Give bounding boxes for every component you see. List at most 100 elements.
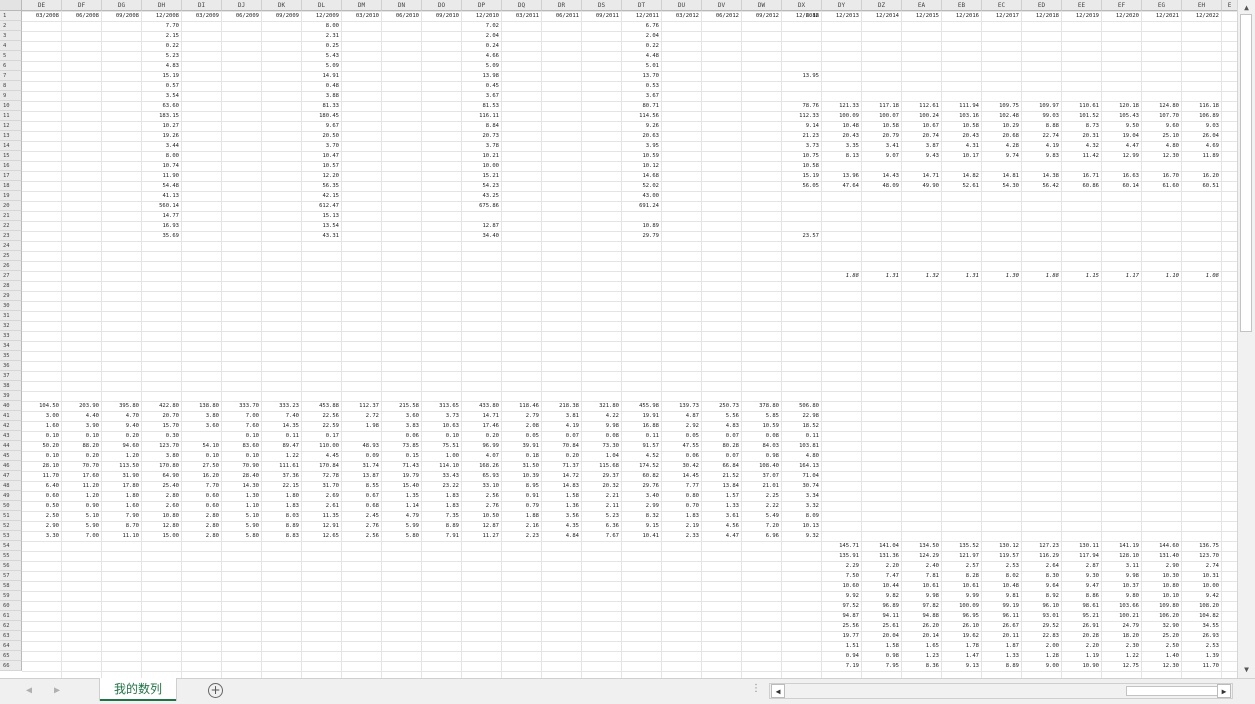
cell[interactable]: 9.26 bbox=[622, 121, 662, 131]
cell[interactable]: 7.35 bbox=[422, 511, 462, 521]
cell[interactable]: 10.61 bbox=[902, 581, 942, 591]
cell[interactable]: 4.48 bbox=[622, 51, 662, 61]
cell[interactable]: 20.63 bbox=[622, 131, 662, 141]
cell[interactable]: 03/2009 bbox=[182, 11, 222, 21]
cell[interactable]: 1.30 bbox=[222, 491, 262, 501]
cell[interactable]: 4.45 bbox=[302, 451, 342, 461]
cell[interactable]: 455.98 bbox=[622, 401, 662, 411]
cell[interactable]: 60.82 bbox=[622, 471, 662, 481]
cell[interactable]: 15.19 bbox=[782, 171, 822, 181]
cell[interactable]: 14.71 bbox=[902, 171, 942, 181]
cell[interactable]: 52.02 bbox=[622, 181, 662, 191]
cell[interactable]: 10.58 bbox=[782, 161, 822, 171]
cell[interactable]: 5.09 bbox=[462, 61, 502, 71]
cell[interactable]: 4.83 bbox=[702, 421, 742, 431]
cell[interactable]: 0.67 bbox=[342, 491, 382, 501]
cell[interactable]: 94.87 bbox=[822, 611, 862, 621]
cell[interactable]: 139.73 bbox=[662, 401, 702, 411]
cell[interactable]: 0.15 bbox=[382, 451, 422, 461]
cell[interactable]: 168.26 bbox=[462, 461, 502, 471]
cell[interactable]: 22.15 bbox=[262, 481, 302, 491]
cell[interactable]: 2.56 bbox=[342, 531, 382, 541]
cell[interactable]: 14.77 bbox=[142, 211, 182, 221]
cell[interactable]: 0.20 bbox=[102, 431, 142, 441]
cell[interactable]: 96.11 bbox=[982, 611, 1022, 621]
cell[interactable]: 10.60 bbox=[822, 581, 862, 591]
cell[interactable]: 106.20 bbox=[1142, 611, 1182, 621]
cell[interactable]: 9.50 bbox=[1102, 121, 1142, 131]
cell[interactable]: 65.93 bbox=[462, 471, 502, 481]
cell[interactable]: 20.04 bbox=[862, 631, 902, 641]
cell[interactable]: 78.76 bbox=[782, 101, 822, 111]
cell[interactable]: 81.53 bbox=[462, 101, 502, 111]
cell[interactable]: 144.60 bbox=[1142, 541, 1182, 551]
cell[interactable]: 2.72 bbox=[342, 411, 382, 421]
cell[interactable]: 1.57 bbox=[702, 491, 742, 501]
cell[interactable]: 66.84 bbox=[702, 461, 742, 471]
cell[interactable]: 29.52 bbox=[1022, 621, 1062, 631]
cell[interactable]: 17.46 bbox=[462, 421, 502, 431]
cell[interactable]: 30.42 bbox=[662, 461, 702, 471]
cell[interactable]: 97.52 bbox=[822, 601, 862, 611]
cell[interactable]: 0.60 bbox=[182, 501, 222, 511]
cell[interactable]: 116.11 bbox=[462, 111, 502, 121]
cell[interactable]: 15.70 bbox=[142, 421, 182, 431]
cell[interactable]: 03/2008 bbox=[22, 11, 62, 21]
cell[interactable]: 21.23 bbox=[782, 131, 822, 141]
cell[interactable]: 14.72 bbox=[542, 471, 582, 481]
cell[interactable]: 675.86 bbox=[462, 201, 502, 211]
cell[interactable]: 31.90 bbox=[102, 471, 142, 481]
cell[interactable]: 81.33 bbox=[302, 101, 342, 111]
cell[interactable]: 15.13 bbox=[302, 211, 342, 221]
cell[interactable]: 10.00 bbox=[1182, 581, 1222, 591]
cell[interactable]: 5.80 bbox=[222, 531, 262, 541]
cell[interactable]: 37.36 bbox=[262, 471, 302, 481]
cell[interactable]: 115.68 bbox=[582, 461, 622, 471]
cell[interactable]: 12.75 bbox=[1102, 661, 1142, 671]
cell[interactable]: 28.40 bbox=[222, 471, 262, 481]
cell[interactable]: 2.21 bbox=[582, 491, 622, 501]
cell[interactable]: 2.30 bbox=[1102, 641, 1142, 651]
cell[interactable]: 138.80 bbox=[182, 401, 222, 411]
cell[interactable]: 422.80 bbox=[142, 401, 182, 411]
cell[interactable]: 2.99 bbox=[622, 501, 662, 511]
cell[interactable]: 11.35 bbox=[302, 511, 342, 521]
cell[interactable]: 33.10 bbox=[462, 481, 502, 491]
cell[interactable]: 43.00 bbox=[622, 191, 662, 201]
cell[interactable]: 10.21 bbox=[462, 151, 502, 161]
cell[interactable]: 7.77 bbox=[662, 481, 702, 491]
cell[interactable]: 1.60 bbox=[22, 421, 62, 431]
cell[interactable]: 2.08 bbox=[502, 421, 542, 431]
cell[interactable]: 12/2010 bbox=[462, 11, 502, 21]
cell[interactable]: 2.79 bbox=[502, 411, 542, 421]
cell[interactable]: 7.91 bbox=[422, 531, 462, 541]
cell[interactable]: 395.80 bbox=[102, 401, 142, 411]
cell[interactable]: 20.74 bbox=[902, 131, 942, 141]
cell[interactable]: 2.80 bbox=[182, 531, 222, 541]
cell[interactable]: 9.64 bbox=[1022, 581, 1062, 591]
cell[interactable]: 14.68 bbox=[622, 171, 662, 181]
cell[interactable]: 11.90 bbox=[142, 171, 182, 181]
cell[interactable]: 10.17 bbox=[942, 151, 982, 161]
cell[interactable]: 560.14 bbox=[142, 201, 182, 211]
cell[interactable]: 10.57 bbox=[302, 161, 342, 171]
cell[interactable]: 1.36 bbox=[542, 501, 582, 511]
cell[interactable]: 10.44 bbox=[862, 581, 902, 591]
cell[interactable]: 111.94 bbox=[942, 101, 982, 111]
cell[interactable]: 1.58 bbox=[542, 491, 582, 501]
cell[interactable]: 3.44 bbox=[142, 141, 182, 151]
cell[interactable]: 1.22 bbox=[262, 451, 302, 461]
cell[interactable]: 8.36 bbox=[902, 661, 942, 671]
cell[interactable]: 119.57 bbox=[982, 551, 1022, 561]
cell[interactable]: 94.11 bbox=[862, 611, 902, 621]
cell[interactable]: 0.90 bbox=[62, 501, 102, 511]
cell[interactable]: 117.18 bbox=[862, 101, 902, 111]
cell[interactable]: 2.20 bbox=[1062, 641, 1102, 651]
cell[interactable]: 4.56 bbox=[702, 521, 742, 531]
cell[interactable]: 12/2021 bbox=[1142, 11, 1182, 21]
cell[interactable]: 100.09 bbox=[942, 601, 982, 611]
cell[interactable]: 0.05 bbox=[662, 431, 702, 441]
cell[interactable]: 0.08 bbox=[742, 431, 782, 441]
cell[interactable]: 3.81 bbox=[542, 411, 582, 421]
cell[interactable]: 3.67 bbox=[622, 91, 662, 101]
